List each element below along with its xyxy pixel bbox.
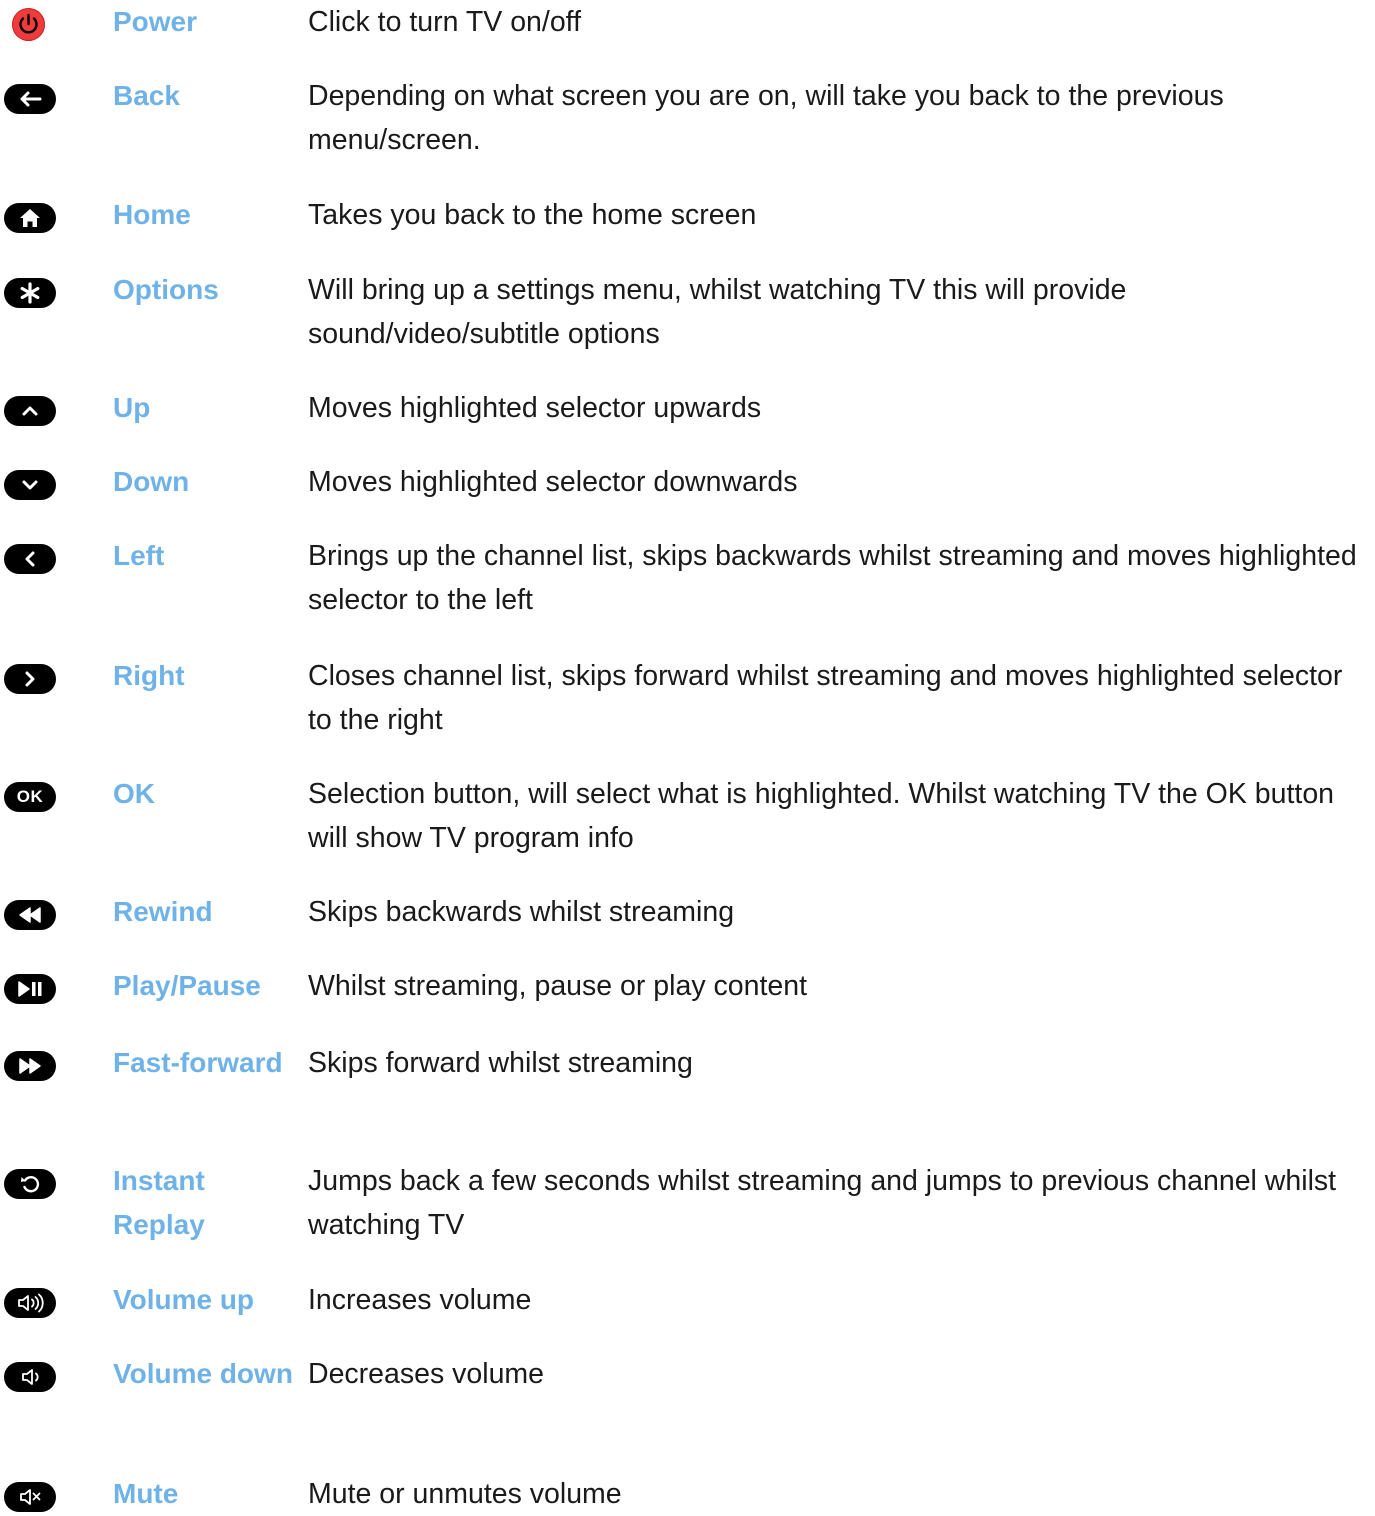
button-name: Back: [113, 80, 180, 111]
button-description: Skips backwards whilst streaming: [308, 896, 735, 928]
button-name: Volume up: [113, 1284, 255, 1315]
chevron-left-icon: [4, 544, 56, 574]
fast-forward-icon: [4, 1051, 56, 1081]
instant-replay-icon: [4, 1169, 56, 1199]
button-description: Moves highlighted selector upwards: [308, 392, 762, 424]
volume-up-icon: [4, 1288, 56, 1318]
button-name: Right: [113, 660, 185, 691]
play-pause-icon: [4, 974, 56, 1004]
button-description: Brings up the channel list, skips backwa…: [308, 540, 1357, 616]
chevron-right-icon: [4, 664, 56, 694]
home-icon: [4, 203, 56, 233]
button-description: Jumps back a few seconds whilst streamin…: [308, 1165, 1337, 1241]
button-name: Power: [113, 6, 198, 37]
button-name: Down: [113, 466, 190, 497]
button-description: Whilst streaming, pause or play content: [308, 970, 807, 1002]
button-name: Left: [113, 540, 165, 571]
button-name: Options: [113, 274, 219, 305]
button-description: Skips forward whilst streaming: [308, 1047, 693, 1079]
asterisk-icon: [4, 278, 56, 308]
button-description: Selection button, will select what is hi…: [308, 778, 1335, 854]
ok-icon: OK: [4, 782, 56, 812]
rewind-icon: [4, 900, 56, 930]
button-description: Decreases volume: [308, 1358, 545, 1390]
button-name: Mute: [113, 1478, 179, 1509]
button-name: Home: [113, 199, 191, 230]
button-name: Instant Replay: [113, 1165, 205, 1240]
button-name: OK: [113, 778, 155, 809]
chevron-down-icon: [4, 470, 56, 500]
button-description: Depending on what screen you are on, wil…: [308, 80, 1224, 156]
mute-icon: [4, 1482, 56, 1512]
back-arrow-icon: [4, 84, 56, 114]
chevron-up-icon: [4, 396, 56, 426]
button-description: Mute or unmutes volume: [308, 1478, 622, 1510]
button-name: Fast-forward: [113, 1047, 283, 1078]
button-description: Moves highlighted selector downwards: [308, 466, 798, 498]
button-name: Up: [113, 392, 151, 423]
button-description: Click to turn TV on/off: [308, 6, 581, 38]
volume-down-icon: [4, 1362, 56, 1392]
button-name: Play/Pause: [113, 970, 261, 1001]
button-description: Takes you back to the home screen: [308, 199, 757, 231]
button-name: Volume down: [113, 1358, 293, 1389]
power-icon: [12, 8, 45, 41]
button-name: Rewind: [113, 896, 213, 927]
button-description: Will bring up a settings menu, whilst wa…: [308, 274, 1127, 350]
button-description: Increases volume: [308, 1284, 532, 1316]
button-description: Closes channel list, skips forward whils…: [308, 660, 1343, 736]
